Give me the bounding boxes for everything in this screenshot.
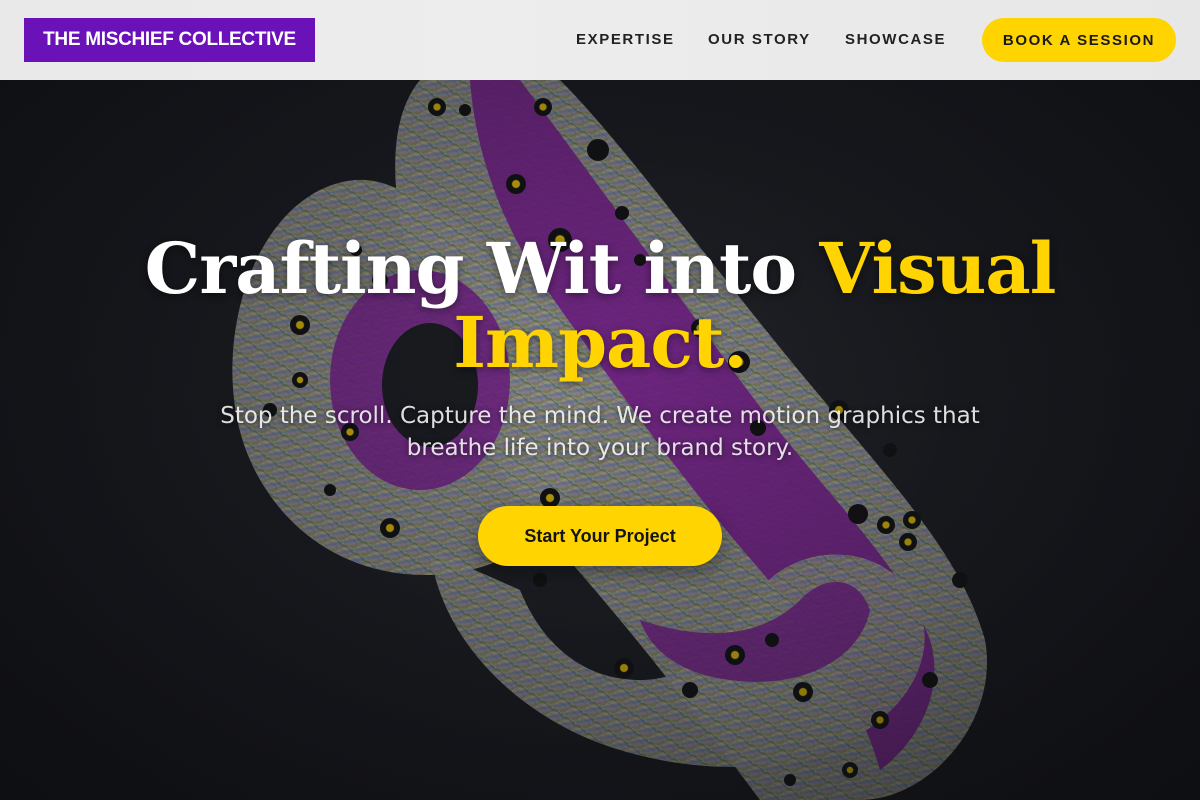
start-project-button[interactable]: Start Your Project [478, 506, 722, 566]
headline-text-accent-1: Visual [819, 227, 1056, 310]
headline-text-accent-2: Impact. [453, 301, 747, 384]
brand-logo[interactable]: THE MISCHIEF COLLECTIVE [24, 18, 315, 62]
site-header: THE MISCHIEF COLLECTIVE EXPERTISE OUR ST… [0, 0, 1200, 80]
hero-headline: Crafting Wit into Visual Impact. [100, 232, 1100, 380]
hero-section: Crafting Wit into Visual Impact. Stop th… [0, 80, 1200, 800]
nav-link-showcase[interactable]: SHOWCASE [845, 31, 946, 48]
headline-text-white: Crafting Wit into [144, 227, 820, 310]
hero-subheadline: Stop the scroll. Capture the mind. We cr… [220, 403, 980, 461]
hero-content: Crafting Wit into Visual Impact. Stop th… [0, 80, 1200, 800]
nav-link-our-story[interactable]: OUR STORY [708, 31, 811, 48]
book-session-button[interactable]: BOOK A SESSION [982, 18, 1176, 62]
nav-link-expertise[interactable]: EXPERTISE [576, 31, 675, 48]
